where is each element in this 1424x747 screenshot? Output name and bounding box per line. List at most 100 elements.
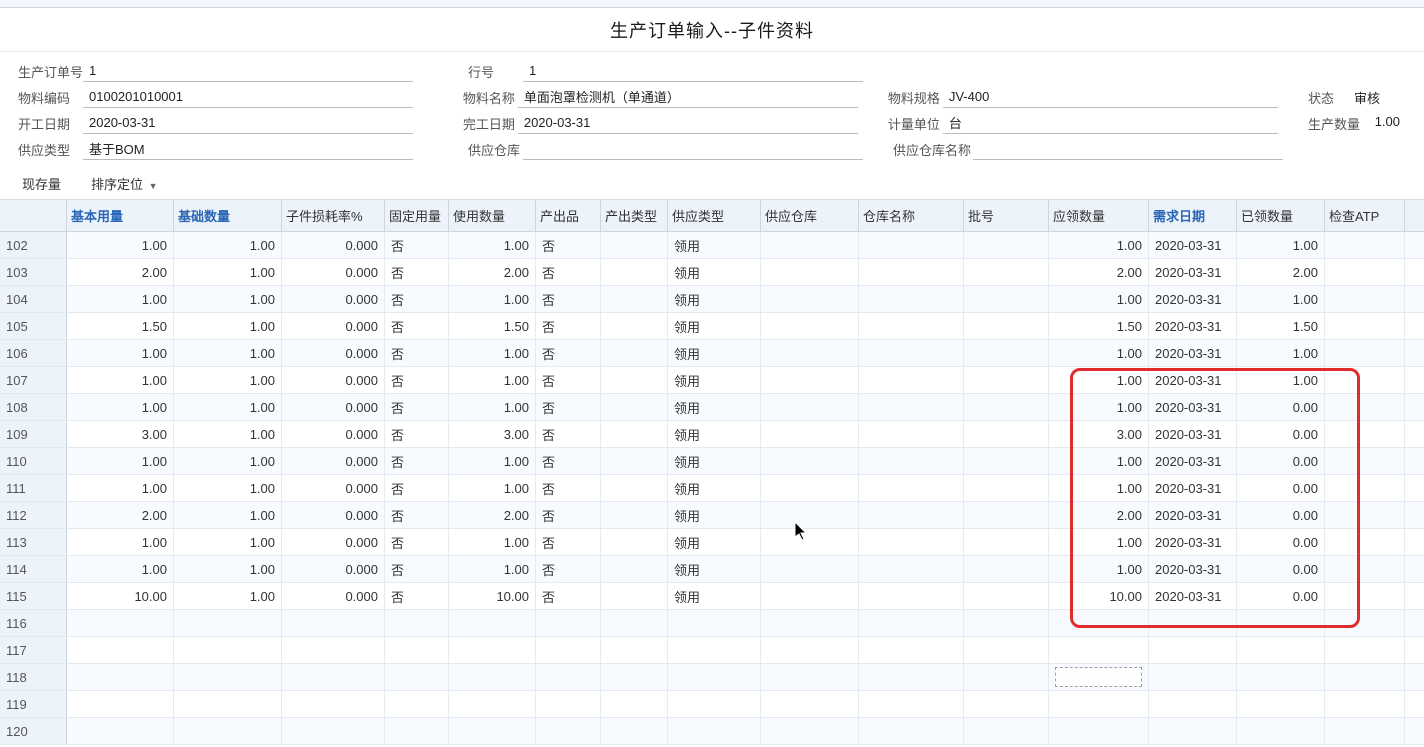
cell-out-prod[interactable]: 否 [536, 475, 601, 501]
cell-sup-wh[interactable] [761, 259, 859, 285]
cell-base-qty[interactable] [174, 664, 282, 690]
table-row[interactable]: 1093.001.000.000否3.00否领用3.002020-03-310.… [0, 421, 1424, 448]
cell-used-qty[interactable]: 1.00 [449, 232, 536, 258]
cell-atp[interactable] [1325, 556, 1405, 582]
cell-basic-qty[interactable]: 1.00 [67, 367, 174, 393]
cell-basic-qty[interactable]: 1.00 [67, 394, 174, 420]
cell-basic-qty[interactable]: 1.00 [67, 232, 174, 258]
cell-batch[interactable] [964, 340, 1049, 366]
cell-req-qty[interactable] [1049, 664, 1149, 690]
cell-loss-rate[interactable]: 0.000 [282, 556, 385, 582]
cell-sup-type[interactable]: 领用 [668, 448, 761, 474]
cell-req-date[interactable] [1149, 664, 1237, 690]
cell-sup-type[interactable] [668, 664, 761, 690]
col-rownum[interactable] [0, 200, 67, 231]
cell-batch[interactable] [964, 448, 1049, 474]
cell-wh-name[interactable] [859, 583, 964, 609]
cell-used-qty[interactable] [449, 718, 536, 744]
cell-req-qty[interactable] [1049, 718, 1149, 744]
row-number[interactable]: 109 [0, 421, 67, 447]
cell-out-type[interactable] [601, 610, 668, 636]
table-row[interactable]: 117 [0, 637, 1424, 664]
cell-issued-qty[interactable]: 0.00 [1237, 475, 1325, 501]
cell-fixed[interactable]: 否 [385, 583, 449, 609]
cell-out-type[interactable] [601, 232, 668, 258]
cell-loss-rate[interactable]: 0.000 [282, 313, 385, 339]
cell-issued-qty[interactable]: 0.00 [1237, 556, 1325, 582]
cell-issued-qty[interactable] [1237, 718, 1325, 744]
cell-used-qty[interactable] [449, 691, 536, 717]
row-number[interactable]: 114 [0, 556, 67, 582]
cell-wh-name[interactable] [859, 340, 964, 366]
cell-atp[interactable] [1325, 313, 1405, 339]
cell-fixed[interactable]: 否 [385, 286, 449, 312]
cell-used-qty[interactable]: 1.50 [449, 313, 536, 339]
cell-out-type[interactable] [601, 394, 668, 420]
cell-sup-type[interactable]: 领用 [668, 394, 761, 420]
cell-base-qty[interactable]: 1.00 [174, 502, 282, 528]
cell-out-type[interactable] [601, 286, 668, 312]
cell-req-date[interactable]: 2020-03-31 [1149, 448, 1237, 474]
cell-loss-rate[interactable]: 0.000 [282, 394, 385, 420]
cell-out-type[interactable] [601, 448, 668, 474]
cell-loss-rate[interactable] [282, 637, 385, 663]
cell-basic-qty[interactable]: 1.00 [67, 448, 174, 474]
cell-sup-wh[interactable] [761, 475, 859, 501]
cell-loss-rate[interactable]: 0.000 [282, 475, 385, 501]
cell-atp[interactable] [1325, 448, 1405, 474]
cell-out-type[interactable] [601, 340, 668, 366]
tab-sort[interactable]: 排序定位 ▼ [83, 168, 166, 199]
cell-base-qty[interactable]: 1.00 [174, 475, 282, 501]
cell-out-type[interactable] [601, 637, 668, 663]
table-row[interactable]: 1101.001.000.000否1.00否领用1.002020-03-310.… [0, 448, 1424, 475]
cell-wh-name[interactable] [859, 232, 964, 258]
input-mat-name[interactable] [518, 86, 858, 108]
cell-req-date[interactable] [1149, 637, 1237, 663]
cell-base-qty[interactable]: 1.00 [174, 367, 282, 393]
cell-loss-rate[interactable]: 0.000 [282, 421, 385, 447]
cell-basic-qty[interactable]: 1.00 [67, 556, 174, 582]
cell-issued-qty[interactable] [1237, 664, 1325, 690]
row-number[interactable]: 120 [0, 718, 67, 744]
cell-sup-wh[interactable] [761, 637, 859, 663]
cell-base-qty[interactable]: 1.00 [174, 583, 282, 609]
cell-out-prod[interactable]: 否 [536, 340, 601, 366]
cell-wh-name[interactable] [859, 367, 964, 393]
cell-out-prod[interactable] [536, 637, 601, 663]
cell-sup-wh[interactable] [761, 529, 859, 555]
cell-batch[interactable] [964, 691, 1049, 717]
col-atp[interactable]: 检查ATP [1325, 200, 1405, 231]
cell-loss-rate[interactable] [282, 691, 385, 717]
cell-issued-qty[interactable]: 1.50 [1237, 313, 1325, 339]
cell-used-qty[interactable]: 1.00 [449, 556, 536, 582]
row-number[interactable]: 110 [0, 448, 67, 474]
cell-out-prod[interactable]: 否 [536, 367, 601, 393]
cell-sup-wh[interactable] [761, 583, 859, 609]
cell-base-qty[interactable]: 1.00 [174, 313, 282, 339]
cell-out-prod[interactable] [536, 691, 601, 717]
cell-wh-name[interactable] [859, 502, 964, 528]
cell-issued-qty[interactable] [1237, 610, 1325, 636]
cell-req-qty[interactable]: 1.00 [1049, 475, 1149, 501]
cell-wh-name[interactable] [859, 664, 964, 690]
cell-used-qty[interactable]: 1.00 [449, 475, 536, 501]
cell-basic-qty[interactable]: 1.00 [67, 286, 174, 312]
cell-out-type[interactable] [601, 718, 668, 744]
cell-out-prod[interactable]: 否 [536, 556, 601, 582]
cell-out-type[interactable] [601, 502, 668, 528]
cell-batch[interactable] [964, 286, 1049, 312]
cell-wh-name[interactable] [859, 448, 964, 474]
input-start-date[interactable] [83, 112, 413, 134]
col-sup-type[interactable]: 供应类型 [668, 200, 761, 231]
col-wh-name[interactable]: 仓库名称 [859, 200, 964, 231]
cell-out-type[interactable] [601, 367, 668, 393]
cell-batch[interactable] [964, 664, 1049, 690]
cell-out-prod[interactable]: 否 [536, 448, 601, 474]
cell-fixed[interactable]: 否 [385, 259, 449, 285]
cell-fixed[interactable] [385, 718, 449, 744]
cell-batch[interactable] [964, 475, 1049, 501]
cell-fixed[interactable]: 否 [385, 232, 449, 258]
row-number[interactable]: 117 [0, 637, 67, 663]
table-row[interactable]: 1021.001.000.000否1.00否领用1.002020-03-311.… [0, 232, 1424, 259]
cell-out-type[interactable] [601, 259, 668, 285]
